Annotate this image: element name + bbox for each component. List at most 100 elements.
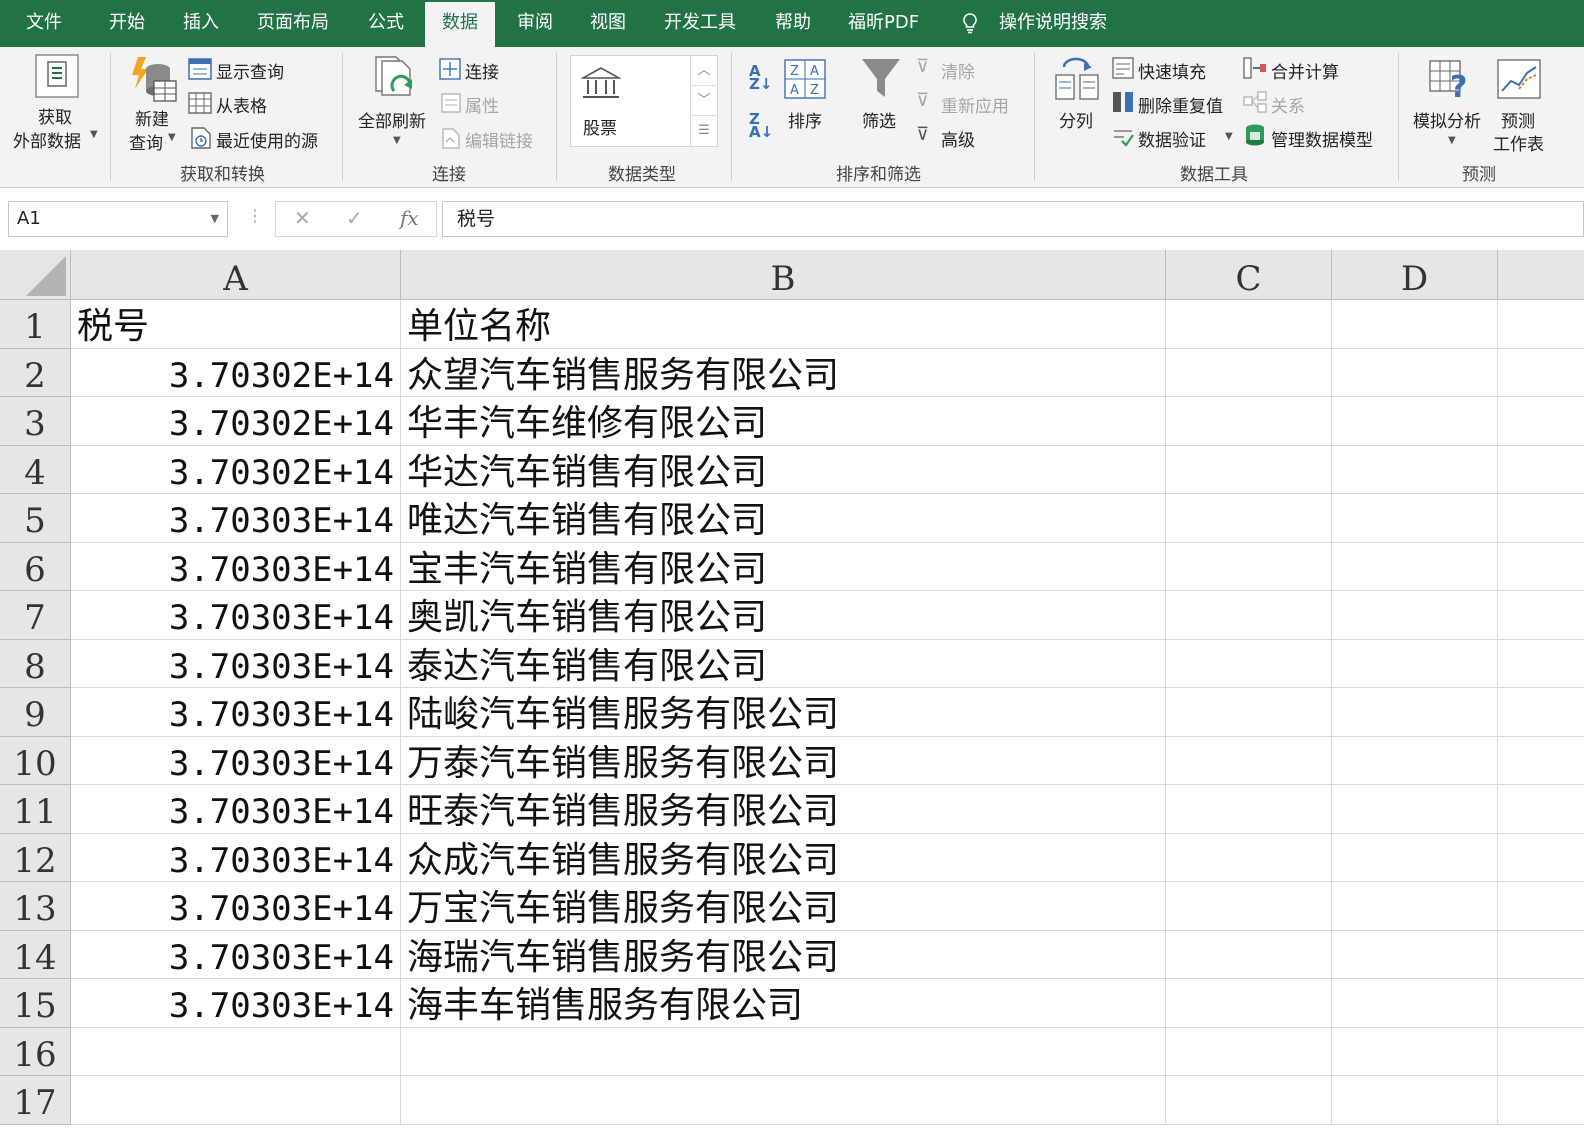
enter-check-icon[interactable]: ✓	[346, 206, 363, 230]
tab-home[interactable]: 开始	[109, 0, 145, 47]
table-cell[interactable]	[1166, 737, 1332, 785]
table-cell[interactable]: 3.70302E+14	[71, 349, 401, 397]
table-cell[interactable]	[401, 1028, 1166, 1076]
table-cell[interactable]	[1498, 397, 1584, 446]
table-cell[interactable]	[1332, 931, 1498, 979]
table-cell[interactable]	[1166, 688, 1332, 737]
column-header-e[interactable]	[1498, 250, 1584, 300]
tab-data[interactable]: 数据	[425, 2, 495, 47]
row-header[interactable]: 15	[0, 979, 71, 1028]
table-cell[interactable]	[1166, 979, 1332, 1028]
row-header[interactable]: 2	[0, 349, 71, 397]
table-cell[interactable]	[1498, 931, 1584, 979]
name-box[interactable]: A1 ▼	[8, 201, 228, 237]
formula-input[interactable]: 税号	[442, 201, 1584, 237]
table-cell[interactable]	[1332, 591, 1498, 640]
table-cell[interactable]: 旺泰汽车销售服务有限公司	[401, 785, 1166, 834]
table-cell[interactable]: 宝丰汽车销售有限公司	[401, 543, 1166, 591]
table-cell[interactable]: 众成汽车销售服务有限公司	[401, 834, 1166, 882]
scroll-down-icon[interactable]: ﹀	[691, 86, 717, 116]
cancel-icon[interactable]: ✕	[294, 206, 311, 230]
table-cell[interactable]: 海丰车销售服务有限公司	[401, 979, 1166, 1028]
table-cell[interactable]: 3.70303E+14	[71, 931, 401, 979]
table-cell[interactable]	[1498, 446, 1584, 494]
row-header[interactable]: 8	[0, 640, 71, 688]
table-cell[interactable]	[1332, 640, 1498, 688]
table-cell[interactable]	[1498, 349, 1584, 397]
column-header-d[interactable]: D	[1332, 250, 1498, 300]
row-header[interactable]: 13	[0, 882, 71, 931]
row-header[interactable]: 11	[0, 785, 71, 834]
table-cell[interactable]	[71, 1028, 401, 1076]
row-header[interactable]: 9	[0, 688, 71, 737]
table-cell[interactable]	[1498, 834, 1584, 882]
row-header[interactable]: 1	[0, 300, 71, 349]
formula-bar-grip-icon[interactable]: ⋮	[247, 206, 263, 225]
table-cell[interactable]: 3.70303E+14	[71, 688, 401, 737]
table-cell[interactable]: 3.70303E+14	[71, 979, 401, 1028]
row-header[interactable]: 17	[0, 1076, 71, 1125]
table-cell[interactable]	[1332, 1028, 1498, 1076]
table-cell[interactable]: 3.70303E+14	[71, 834, 401, 882]
row-header[interactable]: 10	[0, 737, 71, 785]
table-cell[interactable]	[1166, 300, 1332, 349]
tab-view[interactable]: 视图	[590, 0, 626, 47]
tab-help[interactable]: 帮助	[775, 0, 811, 47]
table-cell[interactable]	[1332, 1076, 1498, 1125]
table-cell[interactable]	[1498, 979, 1584, 1028]
table-cell[interactable]	[1166, 785, 1332, 834]
table-cell[interactable]: 3.70302E+14	[71, 446, 401, 494]
table-cell[interactable]	[1498, 591, 1584, 640]
table-cell[interactable]	[1332, 834, 1498, 882]
table-cell[interactable]	[1498, 1028, 1584, 1076]
tab-foxit-pdf[interactable]: 福昕PDF	[848, 0, 919, 47]
table-cell[interactable]	[1332, 688, 1498, 737]
table-cell[interactable]	[1332, 446, 1498, 494]
table-cell[interactable]	[1498, 737, 1584, 785]
table-cell[interactable]	[1498, 1076, 1584, 1125]
row-header[interactable]: 14	[0, 931, 71, 979]
tab-page-layout[interactable]: 页面布局	[257, 0, 329, 47]
gallery-more-icon[interactable]: ☰	[691, 116, 717, 146]
sort-descending-icon[interactable]: Z A↓	[749, 112, 773, 140]
column-header-c[interactable]: C	[1166, 250, 1332, 300]
table-cell[interactable]	[1332, 882, 1498, 931]
table-cell[interactable]: 3.70303E+14	[71, 785, 401, 834]
table-cell[interactable]: 万泰汽车销售服务有限公司	[401, 737, 1166, 785]
table-cell[interactable]: 税号	[71, 300, 401, 349]
table-cell[interactable]	[1498, 494, 1584, 543]
table-cell[interactable]: 泰达汽车销售有限公司	[401, 640, 1166, 688]
row-header[interactable]: 5	[0, 494, 71, 543]
table-cell[interactable]: 奥凯汽车销售有限公司	[401, 591, 1166, 640]
tell-me-search[interactable]: 操作说明搜索	[999, 0, 1107, 47]
table-cell[interactable]: 3.70303E+14	[71, 591, 401, 640]
table-cell[interactable]	[1166, 834, 1332, 882]
tab-insert[interactable]: 插入	[183, 0, 219, 47]
row-header[interactable]: 4	[0, 446, 71, 494]
scroll-up-icon[interactable]: ︿	[691, 56, 717, 86]
data-type-gallery-scroll[interactable]: ︿ ﹀ ☰	[690, 55, 718, 147]
table-cell[interactable]: 众望汽车销售服务有限公司	[401, 349, 1166, 397]
tab-developer[interactable]: 开发工具	[664, 0, 736, 47]
table-cell[interactable]	[1498, 688, 1584, 737]
row-header[interactable]: 6	[0, 543, 71, 591]
table-cell[interactable]	[1332, 397, 1498, 446]
table-cell[interactable]	[1166, 397, 1332, 446]
table-cell[interactable]	[1166, 494, 1332, 543]
table-cell[interactable]: 华丰汽车维修有限公司	[401, 397, 1166, 446]
table-cell[interactable]	[1332, 300, 1498, 349]
table-cell[interactable]	[1166, 591, 1332, 640]
table-cell[interactable]	[1498, 882, 1584, 931]
column-header-a[interactable]: A	[71, 250, 401, 300]
table-cell[interactable]: 华达汽车销售有限公司	[401, 446, 1166, 494]
table-cell[interactable]: 万宝汽车销售服务有限公司	[401, 882, 1166, 931]
table-cell[interactable]: 海瑞汽车销售服务有限公司	[401, 931, 1166, 979]
table-cell[interactable]	[1166, 1076, 1332, 1125]
table-cell[interactable]: 陆峻汽车销售服务有限公司	[401, 688, 1166, 737]
table-cell[interactable]	[1332, 494, 1498, 543]
insert-function-icon[interactable]: fx	[400, 206, 419, 230]
table-cell[interactable]: 3.70303E+14	[71, 543, 401, 591]
table-cell[interactable]	[1498, 300, 1584, 349]
tab-review[interactable]: 审阅	[517, 0, 553, 47]
select-all-button[interactable]	[0, 250, 71, 300]
